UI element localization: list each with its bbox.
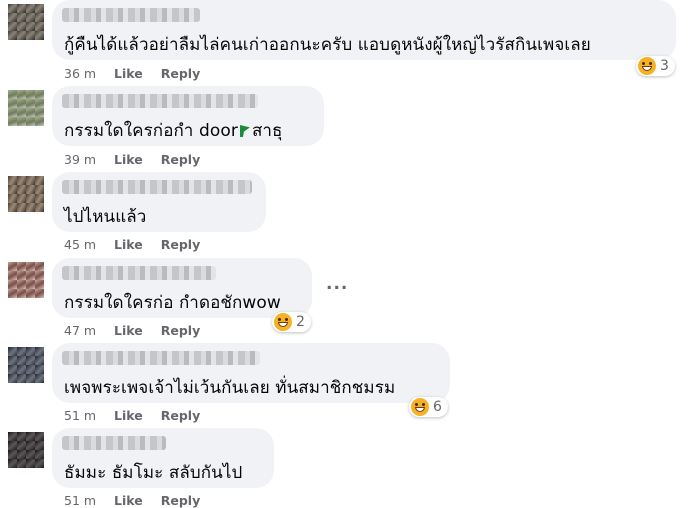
reply-button[interactable]: Reply: [161, 237, 200, 252]
comment-text: กู้คืนได้แล้วอย่าลืมไล่คนเก่าออกนะครับ แ…: [64, 35, 591, 55]
comment-text: ไปไหนแล้ว: [64, 207, 147, 227]
grin-emoji-icon: [638, 57, 656, 75]
timestamp[interactable]: 36 m: [64, 66, 96, 81]
comment-text: ธัมมะ ธัมโมะ สลับกันไป: [64, 463, 243, 483]
comment-bubble: กรรมใดใครก่อ กำดอชักwow: [52, 258, 312, 318]
reaction-badge[interactable]: 6: [409, 397, 448, 417]
reaction-badge[interactable]: 2: [272, 312, 311, 332]
reaction-count: 6: [433, 399, 442, 415]
reply-button[interactable]: Reply: [161, 408, 200, 423]
grin-emoji-icon: [274, 313, 292, 331]
timestamp[interactable]: 45 m: [64, 237, 96, 252]
reaction-count: 2: [296, 314, 305, 330]
comment-text: เพจพระเพจเจ้าไม่เว้นกันเลย ทั่นสมาชิกชมร…: [64, 378, 396, 398]
comment-text-part: สาธุ: [251, 121, 283, 141]
comment-bubble: เพจพระเพจเจ้าไม่เว้นกันเลย ทั่นสมาชิกชมร…: [52, 343, 450, 403]
comment-bubble: ธัมมะ ธัมโมะ สลับกันไป: [52, 428, 274, 488]
avatar[interactable]: [8, 4, 44, 40]
like-button[interactable]: Like: [114, 237, 143, 252]
avatar[interactable]: [8, 176, 44, 212]
timestamp[interactable]: 51 m: [64, 408, 96, 423]
reply-button[interactable]: Reply: [161, 323, 200, 338]
timestamp[interactable]: 51 m: [64, 493, 96, 508]
comment-meta: 51 m Like Reply: [64, 408, 214, 423]
reply-button[interactable]: Reply: [161, 493, 200, 508]
more-options-icon[interactable]: ...: [326, 274, 348, 294]
timestamp[interactable]: 47 m: [64, 323, 96, 338]
reply-button[interactable]: Reply: [161, 66, 200, 81]
timestamp[interactable]: 39 m: [64, 152, 96, 167]
comment-bubble: ไปไหนแล้ว: [52, 172, 266, 232]
comment-text: กรรมใดใครก่อ กำดอชักwow: [64, 293, 281, 313]
reaction-badge[interactable]: 3: [636, 56, 675, 76]
avatar[interactable]: [8, 90, 44, 126]
reaction-count: 3: [660, 58, 669, 74]
like-button[interactable]: Like: [114, 408, 143, 423]
comment-meta: 39 m Like Reply: [64, 152, 214, 167]
commenter-name[interactable]: [62, 180, 252, 194]
like-button[interactable]: Like: [114, 323, 143, 338]
comment-meta: 45 m Like Reply: [64, 237, 214, 252]
avatar[interactable]: [8, 262, 44, 298]
commenter-name[interactable]: [62, 94, 258, 108]
avatar[interactable]: [8, 432, 44, 468]
comment-bubble: กู้คืนได้แล้วอย่าลืมไล่คนเก่าออกนะครับ แ…: [52, 0, 676, 60]
commenter-name[interactable]: [62, 8, 200, 22]
avatar[interactable]: [8, 347, 44, 383]
commenter-name[interactable]: [62, 351, 260, 365]
like-button[interactable]: Like: [114, 493, 143, 508]
flag-emoji-icon: [239, 125, 250, 137]
comment-bubble: กรรมใดใครก่อกำ door สาธุ: [52, 86, 324, 146]
comment-meta: 51 m Like Reply: [64, 493, 214, 508]
comment-meta: 47 m Like Reply: [64, 323, 214, 338]
commenter-name[interactable]: [62, 266, 216, 280]
like-button[interactable]: Like: [114, 152, 143, 167]
comment-text-part: กรรมใดใครก่อกำ door: [64, 121, 238, 141]
comment-text: กรรมใดใครก่อกำ door สาธุ: [64, 117, 283, 144]
comment-meta: 36 m Like Reply: [64, 66, 214, 81]
commenter-name[interactable]: [62, 436, 166, 450]
grin-emoji-icon: [411, 398, 429, 416]
like-button[interactable]: Like: [114, 66, 143, 81]
reply-button[interactable]: Reply: [161, 152, 200, 167]
